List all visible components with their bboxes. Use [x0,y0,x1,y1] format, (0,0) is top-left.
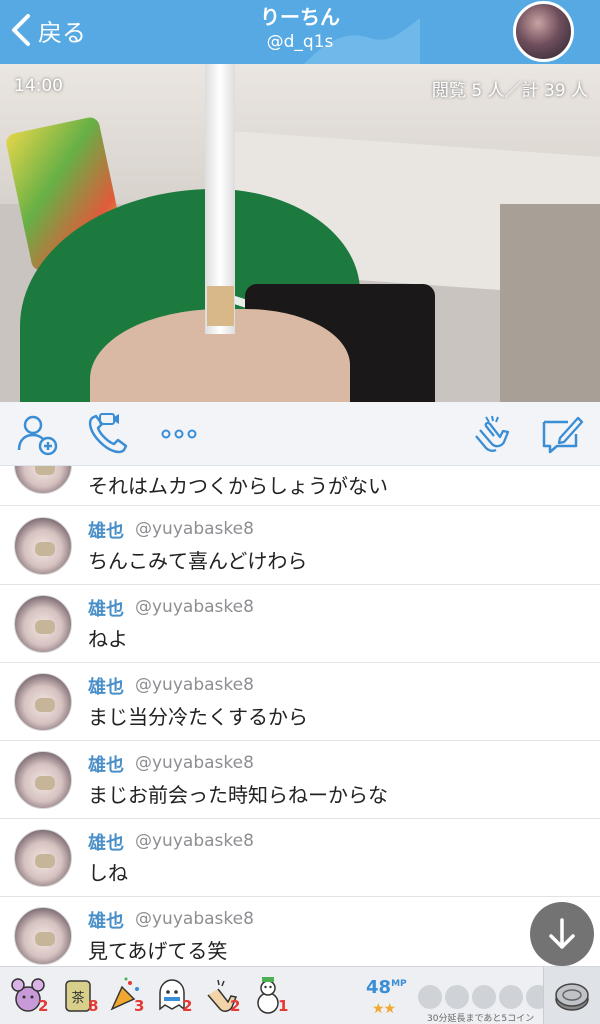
gift-count: 8 [88,997,99,1015]
coin-button[interactable] [543,967,600,1024]
comment-user-handle: @yuyabaske8 [135,753,254,773]
comment-user-handle: @yuyabaske8 [135,909,254,929]
video-call-icon[interactable] [86,412,130,456]
comment-list[interactable]: それはムカつくからしょうがない 雄也 @yuyabaske8 ちんこみて喜んどけ… [0,466,600,966]
clap-icon[interactable] [470,412,514,456]
back-button[interactable]: 戻る [10,10,86,50]
comment-user-name[interactable]: 雄也 [88,829,124,855]
comment-message: ちんこみて喜んどけわら [88,549,308,573]
broadcaster-avatar[interactable] [513,1,574,62]
comment-row: 雄也 @yuyabaske8 しね [0,819,600,897]
avatar[interactable] [14,751,72,809]
comment-row: 雄也 @yuyabaske8 ちんこみて喜んどけわら [0,507,600,585]
comment-message: 見てあげてる笑 [88,939,228,963]
comment-user-name[interactable]: 雄也 [88,595,124,621]
comment-user-handle: @yuyabaske8 [135,597,254,617]
viewer-count: 閲覧 5 人／計 39 人 [431,81,588,101]
avatar[interactable] [14,466,72,494]
coin-icon [555,983,589,1011]
gift-count: 3 [134,997,145,1015]
comment-message: それはムカつくからしょうがない [88,474,388,498]
tea-gift-label: 茶 [71,990,84,1006]
chevron-left-icon [12,14,30,46]
level-stars: ★★ [372,1001,396,1017]
action-toolbar [0,402,600,466]
header-bar: 戻る りーちん @d_q1s [0,0,600,64]
comment-user-handle: @yuyabaske8 [135,519,254,539]
comment-message: ねよ [88,627,128,651]
extension-text: 30分延長まであと5コイン [427,1014,535,1024]
scroll-to-bottom-button[interactable] [530,902,594,966]
avatar[interactable] [14,907,72,965]
mp-counter: 48MP [366,977,407,998]
compose-icon[interactable] [540,412,584,456]
avatar[interactable] [14,673,72,731]
comment-user-name[interactable]: 雄也 [88,517,124,543]
comment-row: 雄也 @yuyabaske8 見てあげてる笑 [0,897,600,966]
comment-message: しね [88,861,128,885]
arrow-down-icon [549,918,575,949]
comment-row: 雄也 @yuyabaske8 まじ当分冷たくするから [0,663,600,741]
more-icon[interactable] [158,412,202,456]
broadcaster-name: りーちん [260,5,340,29]
live-video[interactable]: 14:00 閲覧 5 人／計 39 人 [0,64,600,402]
avatar[interactable] [14,595,72,653]
comment-user-name[interactable]: 雄也 [88,907,124,933]
comment-row: 雄也 @yuyabaske8 ねよ [0,585,600,663]
gift-count: 1 [278,997,289,1015]
comment-user-name[interactable]: 雄也 [88,751,124,777]
gift-bar: 2 茶 8 3 2 2 1 48MP ★★ 30分延長まであと5コイン [0,966,600,1024]
coin-progress-dots [418,985,550,1009]
back-label: 戻る [38,18,86,47]
add-friend-icon[interactable] [16,412,60,456]
comment-row-partial: それはムカつくからしょうがない [0,466,600,506]
broadcaster-handle: @d_q1s [266,32,334,52]
gift-count: 2 [230,997,241,1015]
broadcaster-title: りーちん @d_q1s [200,4,400,54]
comment-user-handle: @yuyabaske8 [135,831,254,851]
comment-user-handle: @yuyabaske8 [135,675,254,695]
broadcast-time: 14:00 [14,76,63,96]
comment-row: 雄也 @yuyabaske8 まじお前会った時知らねーからな [0,741,600,819]
gift-count: 2 [182,997,193,1015]
avatar[interactable] [14,829,72,887]
gift-count: 2 [38,997,49,1015]
comment-message: まじお前会った時知らねーからな [88,783,388,807]
comment-message: まじ当分冷たくするから [88,705,308,729]
comment-user-name[interactable]: 雄也 [88,673,124,699]
avatar[interactable] [14,517,72,575]
